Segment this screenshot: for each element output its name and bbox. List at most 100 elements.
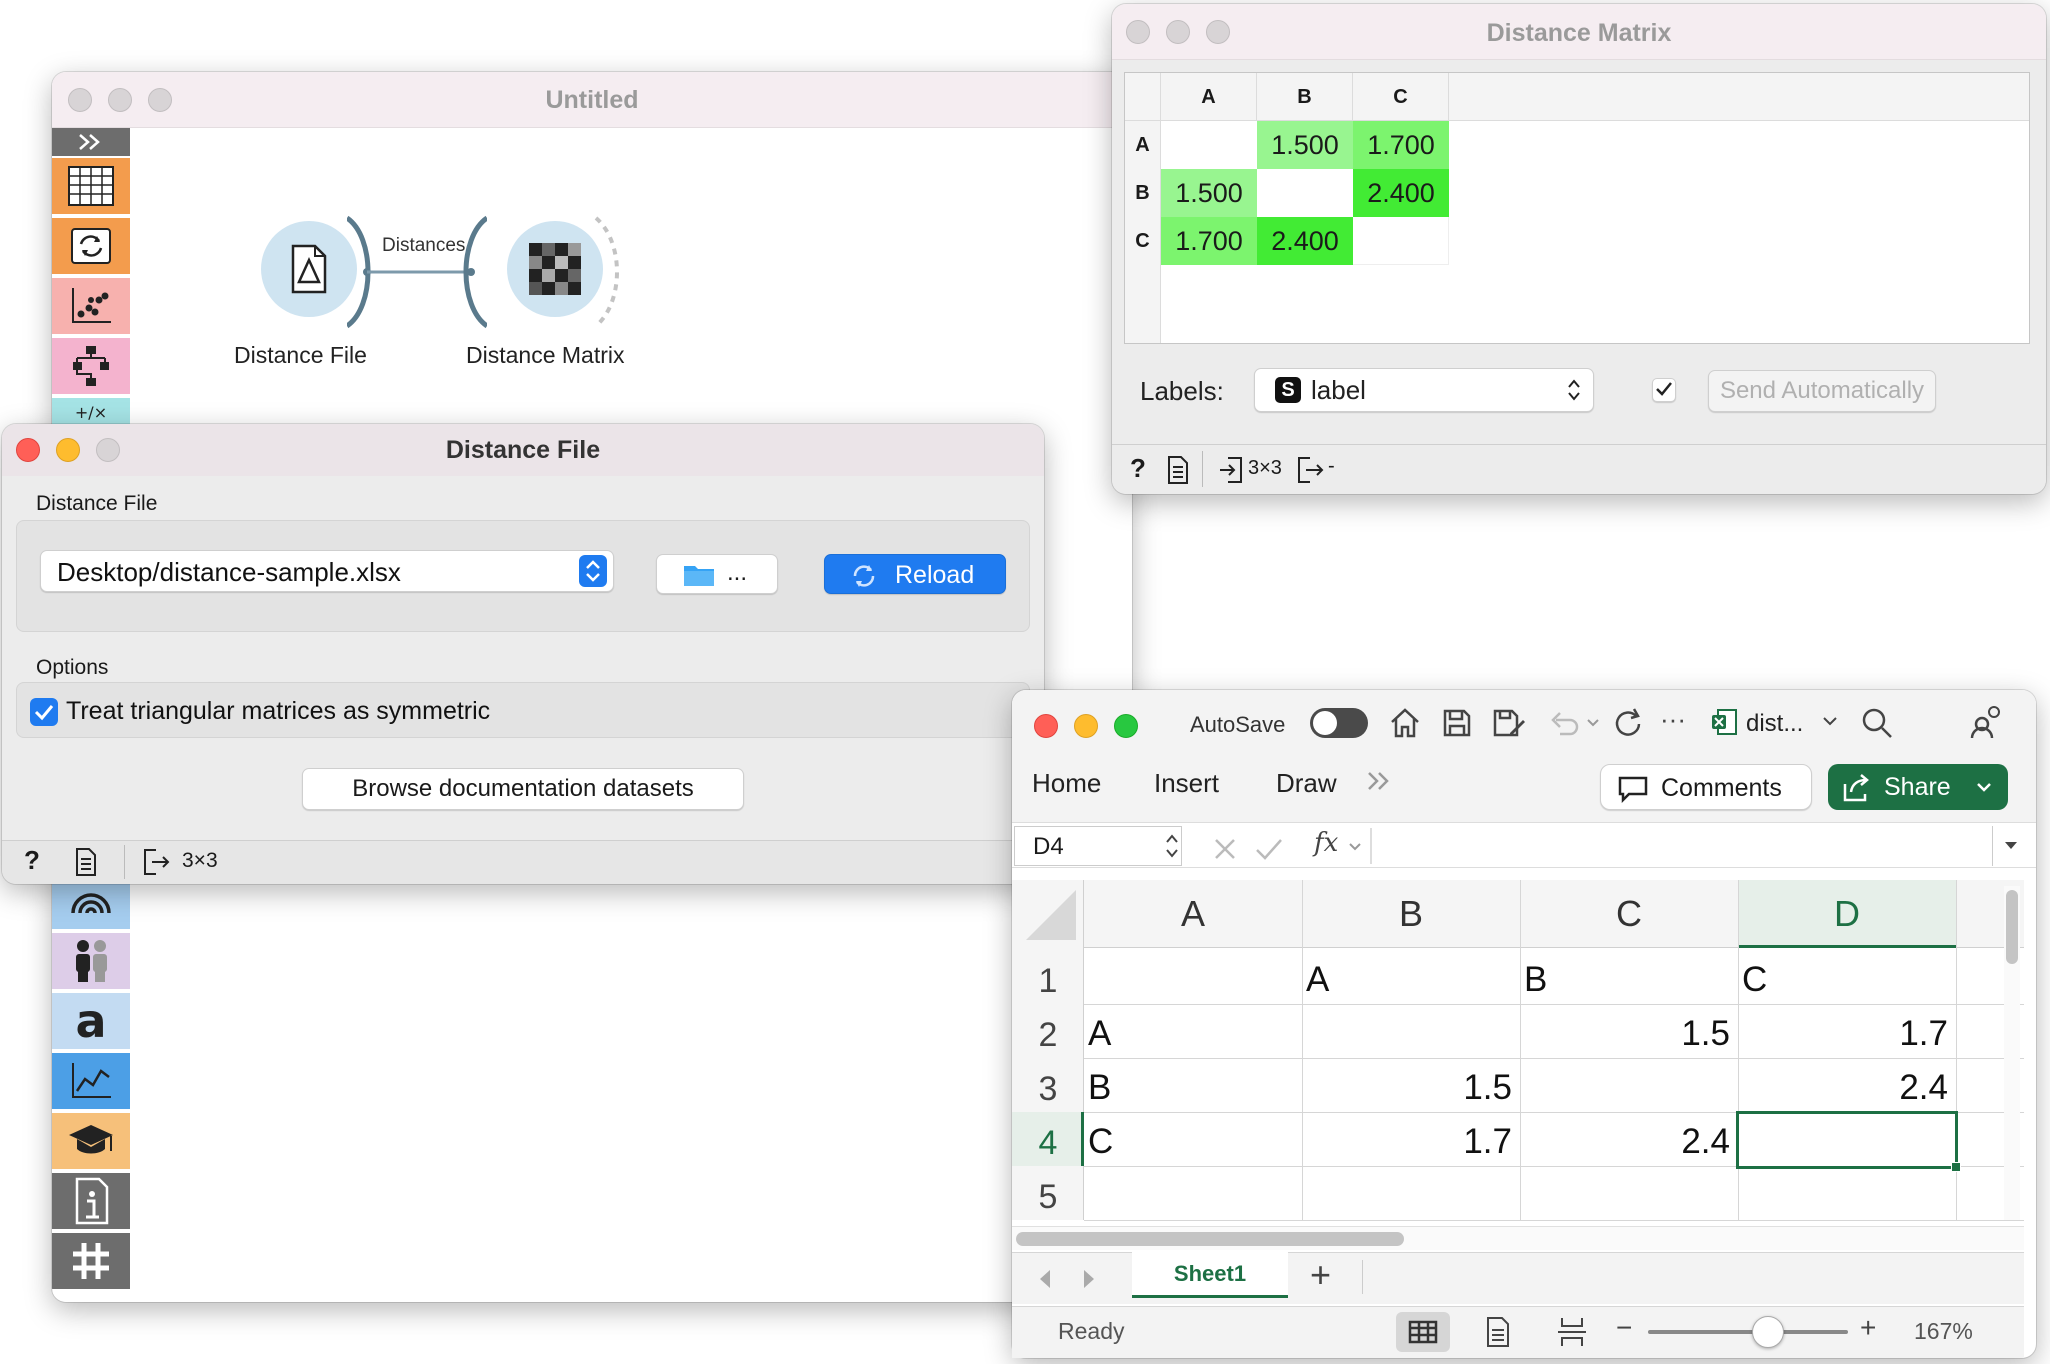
text-a-icon[interactable]: a xyxy=(52,993,130,1051)
save-as-icon[interactable] xyxy=(1492,708,1526,738)
send-automatically-checkbox[interactable] xyxy=(1652,378,1676,402)
send-automatically-button[interactable]: Send Automatically xyxy=(1708,370,1936,412)
labels-select[interactable]: S label xyxy=(1254,368,1594,412)
line-chart-icon[interactable] xyxy=(52,1053,130,1111)
next-sheet-icon[interactable] xyxy=(1082,1268,1098,1290)
enter-icon[interactable] xyxy=(1254,836,1284,862)
col-header-d[interactable]: D xyxy=(1738,880,1956,948)
zoom-button[interactable] xyxy=(1206,20,1230,44)
undo-icon[interactable] xyxy=(1548,708,1580,738)
close-button[interactable] xyxy=(1126,20,1150,44)
hash-icon[interactable] xyxy=(52,1233,130,1291)
page-break-icon[interactable] xyxy=(1556,1316,1588,1348)
cell-c1[interactable]: B xyxy=(1524,960,1547,1000)
tab-home[interactable]: Home xyxy=(1032,768,1101,799)
matrix-cell[interactable] xyxy=(1161,121,1257,169)
zoom-level[interactable]: 167% xyxy=(1914,1318,1973,1345)
vertical-scrollbar[interactable] xyxy=(2004,886,2020,1220)
page-layout-icon[interactable] xyxy=(1484,1316,1512,1348)
browse-button[interactable]: ... xyxy=(656,554,778,594)
chevron-down-icon[interactable] xyxy=(1822,716,1838,728)
cell-d3[interactable]: 2.4 xyxy=(1738,1068,1948,1108)
close-button[interactable] xyxy=(1034,714,1058,738)
home-icon[interactable] xyxy=(1388,706,1422,740)
normal-view-button[interactable] xyxy=(1396,1312,1450,1352)
symmetric-checkbox[interactable] xyxy=(30,698,58,726)
row-header-5[interactable]: 5 xyxy=(1012,1178,1084,1217)
search-icon[interactable] xyxy=(1860,706,1894,740)
distance-file-node[interactable] xyxy=(261,221,357,317)
cell-b4[interactable]: 1.7 xyxy=(1302,1122,1512,1162)
table-icon[interactable] xyxy=(52,158,130,216)
active-cell-d4[interactable] xyxy=(1736,1111,1961,1172)
save-icon[interactable] xyxy=(1442,708,1472,738)
account-icon[interactable] xyxy=(1968,702,2004,738)
matrix-cell[interactable]: 1.500 xyxy=(1161,169,1257,217)
autosave-toggle[interactable] xyxy=(1310,708,1368,738)
fill-handle[interactable] xyxy=(1951,1162,1961,1172)
row-header-2[interactable]: 2 xyxy=(1012,1016,1084,1055)
row-header-4[interactable]: 4 xyxy=(1012,1124,1084,1163)
share-button[interactable]: Share xyxy=(1828,764,2008,810)
add-sheet-icon[interactable]: + xyxy=(1310,1254,1331,1296)
output-anchor[interactable] xyxy=(592,212,622,332)
help-icon[interactable]: ? xyxy=(24,845,40,876)
matrix-cell[interactable]: 1.500 xyxy=(1257,121,1353,169)
cell-a3[interactable]: B xyxy=(1088,1068,1111,1108)
matrix-cell[interactable]: 2.400 xyxy=(1353,169,1449,217)
zoom-slider[interactable] xyxy=(1648,1330,1848,1334)
matrix-cell[interactable]: 1.700 xyxy=(1161,217,1257,265)
info-icon[interactable] xyxy=(52,1173,130,1231)
zoom-button[interactable] xyxy=(148,88,172,112)
expand-icon[interactable] xyxy=(52,128,130,158)
transform-icon[interactable] xyxy=(52,218,130,276)
tree-icon[interactable] xyxy=(52,338,130,396)
cell-a4[interactable]: C xyxy=(1088,1122,1113,1162)
redo-icon[interactable] xyxy=(1612,706,1644,738)
fx-icon[interactable]: fx xyxy=(1314,828,1338,858)
cell-b1[interactable]: A xyxy=(1306,960,1329,1000)
horizontal-scrollbar[interactable] xyxy=(1012,1226,2024,1250)
cell-c2[interactable]: 1.5 xyxy=(1520,1014,1730,1054)
cell-d1[interactable]: C xyxy=(1742,960,1767,1000)
file-name[interactable]: dist... xyxy=(1746,710,1803,738)
link-line[interactable] xyxy=(347,212,487,332)
cell-a2[interactable]: A xyxy=(1088,1014,1111,1054)
minimize-button[interactable] xyxy=(56,438,80,462)
vertical-scroll-thumb[interactable] xyxy=(2006,890,2018,964)
close-button[interactable] xyxy=(68,88,92,112)
cell-d2[interactable]: 1.7 xyxy=(1738,1014,1948,1054)
help-icon[interactable]: ? xyxy=(1130,453,1146,484)
row-header-1[interactable]: 1 xyxy=(1012,962,1084,1001)
zoom-slider-thumb[interactable] xyxy=(1752,1316,1784,1348)
report-icon[interactable] xyxy=(1166,455,1190,485)
more-tabs-icon[interactable] xyxy=(1366,770,1392,792)
distance-matrix-node[interactable] xyxy=(507,221,603,317)
scatter-icon[interactable] xyxy=(52,278,130,336)
file-path-select[interactable]: Desktop/distance-sample.xlsx xyxy=(40,550,614,592)
report-icon[interactable] xyxy=(74,847,98,877)
zoom-out-icon[interactable]: − xyxy=(1616,1312,1632,1344)
matrix-cell[interactable] xyxy=(1353,217,1449,265)
row-header-3[interactable]: 3 xyxy=(1012,1070,1084,1109)
name-box[interactable]: D4 xyxy=(1014,826,1182,866)
tab-draw[interactable]: Draw xyxy=(1276,768,1337,799)
comments-button[interactable]: Comments xyxy=(1600,764,1812,810)
graduation-cap-icon[interactable] xyxy=(52,1113,130,1171)
horizontal-scroll-thumb[interactable] xyxy=(1016,1232,1404,1246)
expand-formula-button[interactable] xyxy=(1992,826,2028,866)
cancel-icon[interactable] xyxy=(1212,836,1238,862)
cell-c4[interactable]: 2.4 xyxy=(1520,1122,1730,1162)
minimize-button[interactable] xyxy=(1074,714,1098,738)
zoom-button[interactable] xyxy=(96,438,120,462)
zoom-in-icon[interactable]: + xyxy=(1860,1312,1876,1344)
sheet-tab-sheet1[interactable]: Sheet1 xyxy=(1132,1252,1288,1298)
chevron-down-icon[interactable] xyxy=(1348,842,1362,852)
col-header-c[interactable]: C xyxy=(1520,880,1738,948)
select-all-corner[interactable] xyxy=(1018,886,1080,944)
reload-button[interactable]: Reload xyxy=(824,554,1006,594)
col-header-b[interactable]: B xyxy=(1302,880,1520,948)
minimize-button[interactable] xyxy=(1166,20,1190,44)
formula-input[interactable] xyxy=(1374,826,2024,866)
prev-sheet-icon[interactable] xyxy=(1036,1268,1052,1290)
